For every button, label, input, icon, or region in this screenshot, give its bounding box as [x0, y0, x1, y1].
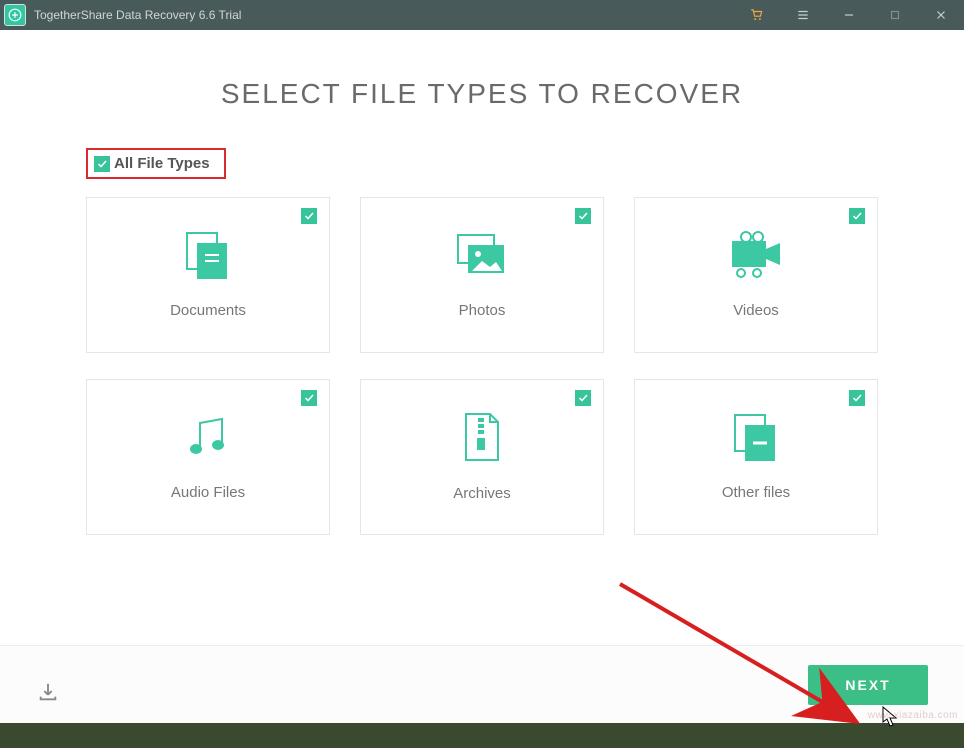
photos-icon — [454, 231, 510, 284]
maximize-button[interactable] — [872, 0, 918, 30]
card-checkbox[interactable] — [849, 390, 865, 406]
card-label: Archives — [453, 485, 511, 502]
videos-icon — [726, 231, 786, 284]
card-label: Videos — [733, 302, 779, 319]
card-other[interactable]: Other files — [634, 379, 878, 535]
card-checkbox[interactable] — [575, 208, 591, 224]
card-documents[interactable]: Documents — [86, 197, 330, 353]
card-videos[interactable]: Videos — [634, 197, 878, 353]
all-file-types-checkbox[interactable] — [94, 156, 110, 172]
audio-icon — [184, 413, 232, 466]
window-title: TogetherShare Data Recovery 6.6 Trial — [34, 8, 241, 22]
other-icon — [729, 413, 783, 466]
card-label: Audio Files — [171, 484, 245, 501]
documents-icon — [181, 231, 235, 284]
all-file-types-row[interactable]: All File Types — [86, 148, 226, 179]
archives-icon — [460, 412, 504, 467]
all-file-types-label: All File Types — [114, 155, 210, 172]
app-window: TogetherShare Data Recovery 6.6 Trial SE… — [0, 0, 964, 723]
minimize-button[interactable] — [826, 0, 872, 30]
card-photos[interactable]: Photos — [360, 197, 604, 353]
titlebar: TogetherShare Data Recovery 6.6 Trial — [0, 0, 964, 30]
page-title: SELECT FILE TYPES TO RECOVER — [0, 78, 964, 110]
card-archives[interactable]: Archives — [360, 379, 604, 535]
footer-bar: NEXT — [0, 645, 964, 723]
card-label: Photos — [459, 302, 506, 319]
watermark-text: www.xiazaiba.com — [868, 710, 958, 721]
card-checkbox[interactable] — [575, 390, 591, 406]
content-area: SELECT FILE TYPES TO RECOVER All File Ty… — [0, 30, 964, 723]
card-label: Documents — [170, 302, 246, 319]
cart-button[interactable] — [734, 0, 780, 30]
card-checkbox[interactable] — [301, 208, 317, 224]
app-logo-icon — [4, 4, 26, 26]
menu-button[interactable] — [780, 0, 826, 30]
card-audio[interactable]: Audio Files — [86, 379, 330, 535]
card-checkbox[interactable] — [301, 390, 317, 406]
import-button[interactable] — [34, 679, 62, 705]
next-button[interactable]: NEXT — [808, 665, 928, 705]
close-button[interactable] — [918, 0, 964, 30]
card-label: Other files — [722, 484, 790, 501]
card-checkbox[interactable] — [849, 208, 865, 224]
file-type-grid: Documents Photos — [86, 197, 878, 535]
